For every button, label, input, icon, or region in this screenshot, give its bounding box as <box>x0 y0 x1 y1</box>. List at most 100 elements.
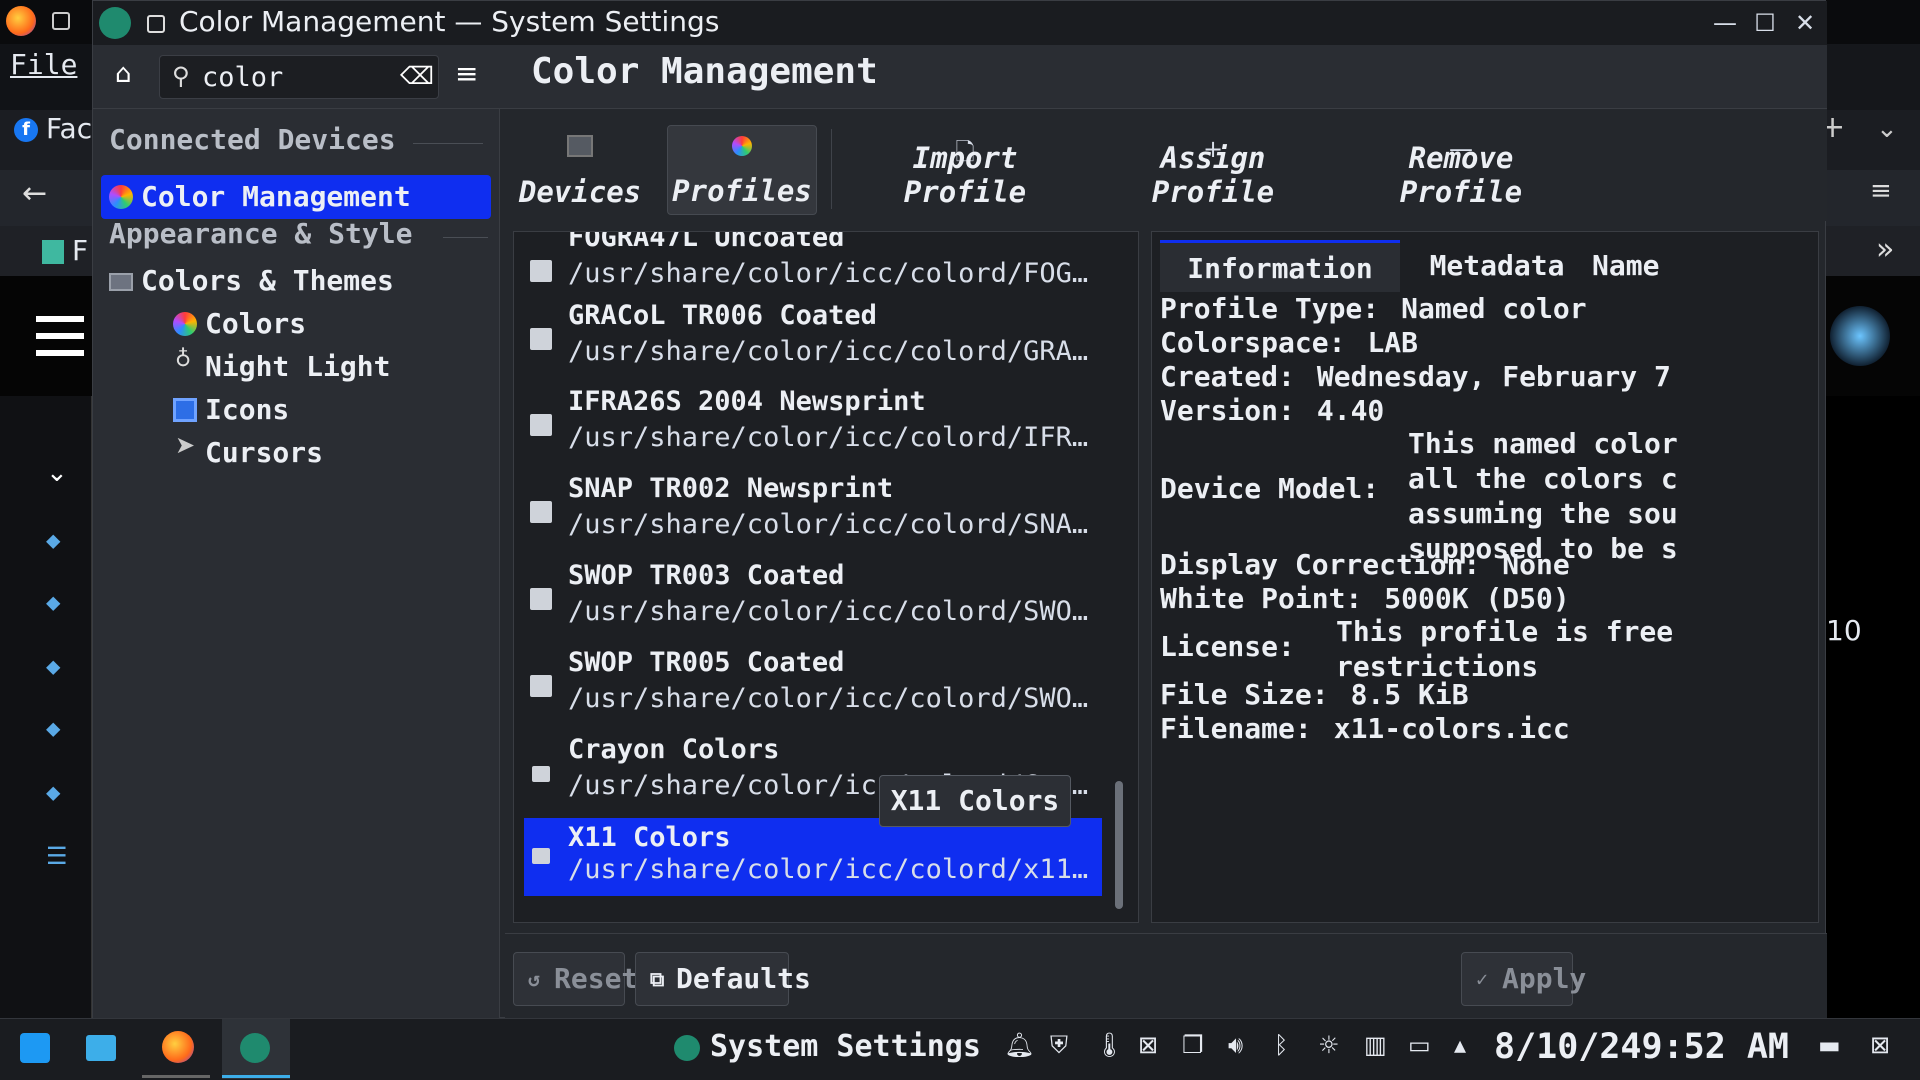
tab-information[interactable]: Information <box>1160 240 1400 292</box>
minimize-icon[interactable]: — <box>1707 7 1743 39</box>
window-title: Color Management — System Settings <box>179 5 720 38</box>
search-box[interactable]: ⚲ ⌫ <box>159 55 439 99</box>
apply-button[interactable]: ✓ Apply <box>1461 952 1586 1006</box>
tab-metadata[interactable]: Metadata <box>1412 240 1582 292</box>
defaults-button[interactable]: ⧉ Defaults <box>635 952 811 1006</box>
window-icon[interactable]: ⊠ <box>1138 1031 1158 1059</box>
sidebar-item-colors-themes[interactable]: Colors & Themes <box>101 259 491 303</box>
tab-name[interactable]: Name <box>1592 240 1712 292</box>
facebook-icon[interactable]: f <box>14 118 38 142</box>
sidebar-item-label: Icons <box>205 393 290 426</box>
clipboard-icon[interactable]: ❐ <box>1182 1031 1204 1059</box>
header-bar: ⌂ ⚲ ⌫ ≡ Color Management <box>93 45 1827 109</box>
shield-icon[interactable]: ⛨ <box>1050 1031 1068 1059</box>
reset-label: Reset <box>554 962 639 995</box>
tray-expand-icon[interactable]: ▴ <box>1454 1031 1466 1059</box>
tag-icon[interactable]: ◆ <box>46 780 70 804</box>
profiles-label: Profiles <box>672 174 812 208</box>
app-icon <box>99 7 131 39</box>
profiles-icon <box>732 136 752 156</box>
search-input[interactable] <box>202 60 392 94</box>
display-icon[interactable]: ▭ <box>1408 1031 1431 1059</box>
info-created: Created: Wednesday, February 7 <box>1160 360 1671 393</box>
list-item[interactable]: SWOP TR003 Coated /usr/share/color/icc/c… <box>524 556 1102 642</box>
profiles-button[interactable]: Profiles <box>667 125 817 215</box>
sidebar-item-colors[interactable]: Colors <box>101 302 491 346</box>
profile-path: /usr/share/color/icc/colord/SWOP_TR00… <box>568 683 1098 714</box>
info-file-size: File Size: 8.5 KiB <box>1160 678 1469 711</box>
site-logo-icon[interactable] <box>1830 306 1890 366</box>
list-item-selected[interactable]: X11 Colors /usr/share/color/icc/colord/x… <box>524 818 1102 896</box>
tab-square-icon[interactable] <box>52 12 70 30</box>
desktop-icon[interactable]: ▬ <box>1818 1031 1841 1059</box>
image-icon <box>532 848 550 864</box>
page-menu-icon-mid <box>36 333 84 339</box>
list-icon[interactable]: ☰ <box>46 844 70 868</box>
title-bar[interactable]: Color Management — System Settings — ☐ ✕ <box>93 1 1827 45</box>
tag-icon[interactable]: ◆ <box>46 528 70 552</box>
close-icon[interactable]: ✕ <box>1787 7 1823 39</box>
import-profile-button[interactable]: 🗋 Import Profile <box>855 125 1075 215</box>
temperature-icon[interactable]: 🌡︎ <box>1094 1031 1124 1059</box>
list-item[interactable]: IFRA26S 2004 Newsprint /usr/share/color/… <box>524 382 1102 468</box>
assign-profile-button[interactable]: + Assign Profile <box>1103 125 1323 215</box>
info-profile-type: Profile Type: Named color <box>1160 292 1587 325</box>
double-chevron-right-icon[interactable]: » <box>1876 232 1894 267</box>
profile-info-panel: Information Metadata Name Profile Type: N… <box>1151 231 1819 923</box>
tag-icon[interactable]: ◆ <box>46 590 70 614</box>
app-launcher-icon[interactable] <box>20 1033 50 1063</box>
system-settings-task-icon <box>240 1033 270 1063</box>
firefox-icon[interactable] <box>6 6 36 36</box>
back-arrow-icon[interactable]: ← <box>22 176 47 211</box>
firefox-icon[interactable] <box>162 1031 194 1063</box>
sidebar-item-label: Cursors <box>205 436 324 469</box>
brightness-icon[interactable]: ☼ <box>1318 1031 1340 1059</box>
profiles-toolbar: Devices Profiles 🗋 Import Profile + Assi… <box>505 109 1827 221</box>
tag-icon[interactable]: ◆ <box>46 716 70 740</box>
file-menu[interactable]: File <box>10 48 77 81</box>
divider <box>413 143 483 144</box>
sidebar-item-night-light[interactable]: ♁ Night Light <box>101 345 491 389</box>
clear-search-icon[interactable]: ⌫ <box>400 62 434 90</box>
sidebar-item-color-management[interactable]: Color Management <box>101 175 491 219</box>
tab-title[interactable]: F <box>72 234 88 267</box>
printer-icon <box>530 414 552 436</box>
active-app-title[interactable]: System Settings <box>710 1029 981 1064</box>
battery-icon[interactable]: ▥ <box>1364 1031 1387 1059</box>
sidebar-item-icons[interactable]: Icons <box>101 388 491 432</box>
tag-icon[interactable]: ◆ <box>46 654 70 678</box>
chevron-down-icon[interactable]: ⌄ <box>1876 114 1898 144</box>
list-item[interactable]: SNAP TR002 Newsprint /usr/share/color/ic… <box>524 469 1102 555</box>
home-icon[interactable]: ⌂ <box>115 59 132 89</box>
bookmark-facebook[interactable]: Fac <box>46 112 92 145</box>
show-desktop-icon[interactable]: ⊠ <box>1870 1031 1890 1059</box>
page-left-rail: ⌄ ◆ ◆ ◆ ◆ ◆ ☰ <box>0 396 92 1018</box>
sidebar: Connected Devices Color Management Appea… <box>93 109 500 1019</box>
notifications-icon[interactable]: 🔔︎ <box>1004 1031 1034 1059</box>
file-manager-icon[interactable] <box>86 1035 116 1061</box>
hamburger-menu-icon[interactable]: ≡ <box>455 57 478 90</box>
toolbar-separator <box>831 129 832 209</box>
reset-button[interactable]: ↺ Reset <box>513 952 638 1006</box>
list-item[interactable]: SWOP TR005 Coated /usr/share/color/icc/c… <box>524 643 1102 729</box>
hamburger-menu-icon[interactable]: ≡ <box>1870 176 1892 206</box>
sidebar-item-cursors[interactable]: ➤ Cursors <box>101 431 491 475</box>
collapse-chevron-icon[interactable]: ⌄ <box>46 458 68 488</box>
clock[interactable]: 8/10/249:52 AM <box>1494 1027 1789 1067</box>
list-item[interactable]: GRACoL TR006 Coated /usr/share/color/icc… <box>524 296 1102 382</box>
cursor-icon: ➤ <box>175 431 196 459</box>
remove-profile-button[interactable]: — Remove Profile <box>1351 125 1571 215</box>
scrollbar-thumb[interactable] <box>1115 781 1123 909</box>
browser-menubar: File <box>0 44 95 110</box>
maximize-icon[interactable]: ☐ <box>1747 7 1783 39</box>
info-filename: Filename: x11-colors.icc <box>1160 712 1570 745</box>
keep-above-icon[interactable] <box>147 15 165 33</box>
volume-icon[interactable]: 🔊︎ <box>1228 1031 1243 1059</box>
bluetooth-icon[interactable]: ᛒ <box>1274 1031 1288 1059</box>
search-icon: ⚲ <box>172 62 190 90</box>
profile-path: /usr/share/color/icc/colord/SWOP_TR00… <box>568 596 1098 627</box>
info-display-correction: Display Correction: None <box>1160 548 1570 581</box>
devices-button[interactable]: Devices <box>505 125 655 215</box>
tab-favicon-icon[interactable] <box>42 240 64 264</box>
apply-label: Apply <box>1502 962 1587 995</box>
